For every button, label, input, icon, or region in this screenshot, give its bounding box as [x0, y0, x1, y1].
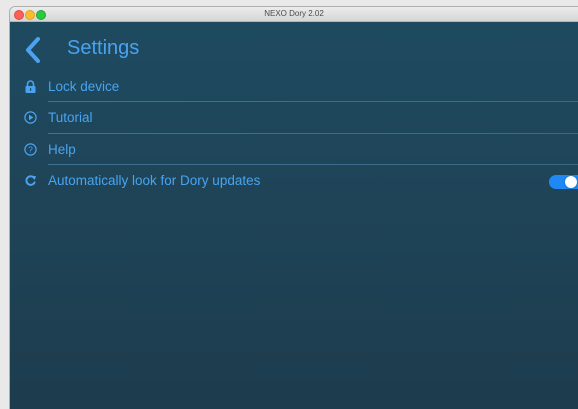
- page-title: Settings: [67, 37, 140, 59]
- title-bar: NEXO Dory 2.02: [10, 7, 578, 22]
- chevron-left-icon: [26, 37, 40, 63]
- app-window: NEXO Dory 2.02 Settings Lock device Tuto…: [10, 7, 578, 409]
- window-title: NEXO Dory 2.02: [264, 9, 324, 18]
- setting-label: Lock device: [48, 79, 120, 94]
- setting-label: Automatically look for Dory updates: [48, 173, 261, 188]
- setting-tutorial[interactable]: Tutorial: [10, 102, 578, 133]
- play-circle-icon: [24, 111, 37, 124]
- auto-updates-toggle[interactable]: [549, 175, 578, 189]
- back-button[interactable]: [23, 37, 43, 63]
- help-circle-icon: ?: [24, 143, 37, 156]
- header: Settings: [10, 22, 578, 72]
- setting-label: Help: [48, 142, 76, 157]
- setting-help[interactable]: ? Help: [10, 134, 578, 165]
- toggle-knob: [565, 176, 577, 188]
- refresh-icon: [24, 174, 37, 187]
- lock-icon: [24, 80, 37, 93]
- setting-auto-updates: Automatically look for Dory updates: [10, 165, 578, 196]
- setting-lock-device[interactable]: Lock device: [10, 71, 578, 102]
- setting-label: Tutorial: [48, 110, 93, 125]
- svg-text:?: ?: [28, 145, 33, 155]
- settings-screen: Settings Lock device Tutorial ? Help Aut…: [10, 22, 578, 409]
